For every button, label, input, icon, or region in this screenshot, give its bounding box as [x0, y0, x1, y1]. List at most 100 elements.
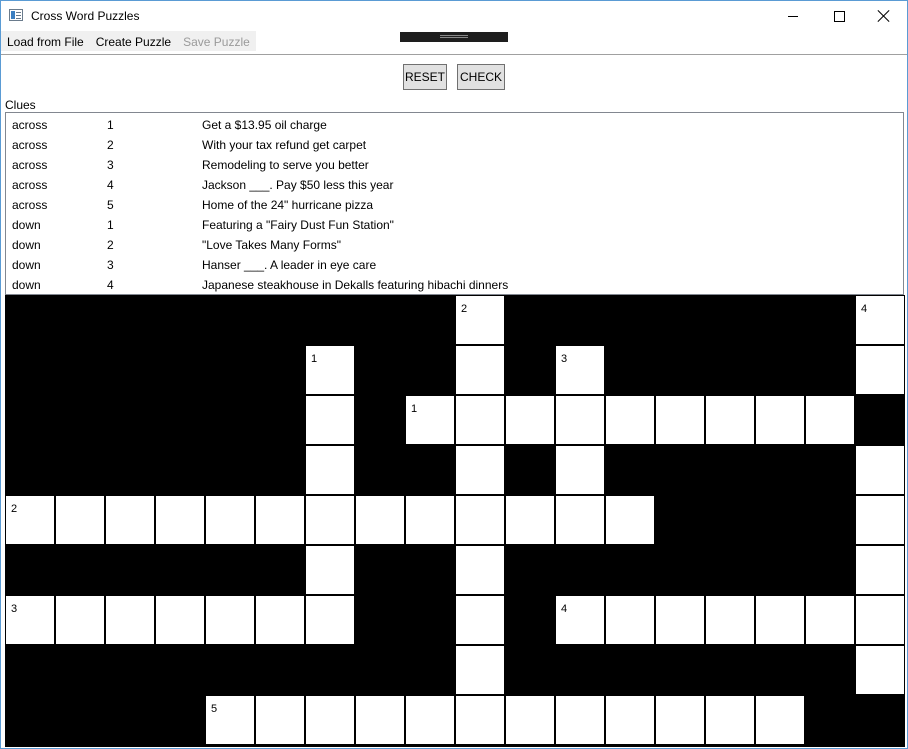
- grid-cell[interactable]: [456, 396, 504, 444]
- clue-number: 2: [107, 138, 114, 152]
- grid-cell[interactable]: [306, 596, 354, 644]
- clues-list[interactable]: across 1 Get a $13.95 oil charge across 2 Wit…: [5, 112, 904, 295]
- grid-cell[interactable]: [306, 696, 354, 744]
- grid-cell[interactable]: [806, 596, 854, 644]
- clue-row[interactable]: across 3 Remodeling to serve you better: [6, 155, 903, 175]
- maximize-button[interactable]: [816, 1, 862, 31]
- grid-cell[interactable]: [606, 696, 654, 744]
- grid-cell[interactable]: [456, 696, 504, 744]
- grid-cell[interactable]: [206, 596, 254, 644]
- grid-cell[interactable]: [706, 396, 754, 444]
- grid-cell[interactable]: [306, 496, 354, 544]
- app-window: Cross Word Puzzles Load from File Create…: [0, 0, 908, 749]
- clue-text: Home of the 24" hurricane pizza: [202, 198, 374, 212]
- grid-cell[interactable]: 5: [206, 696, 254, 744]
- clue-row[interactable]: across 1 Get a $13.95 oil charge: [6, 115, 903, 135]
- grid-cell[interactable]: [406, 496, 454, 544]
- grid-cell[interactable]: 1: [306, 346, 354, 394]
- grid-cell[interactable]: 4: [856, 296, 904, 344]
- grid-cell[interactable]: 3: [556, 346, 604, 394]
- grid-cell[interactable]: [456, 646, 504, 694]
- cell-number: 3: [11, 603, 18, 615]
- grid-cell[interactable]: [856, 646, 904, 694]
- grid-cell[interactable]: [406, 696, 454, 744]
- grid-cell[interactable]: [706, 596, 754, 644]
- clue-row[interactable]: down 4 Japanese steakhouse in Dekalls feat…: [6, 275, 903, 295]
- grid-cell[interactable]: [556, 696, 604, 744]
- clue-row[interactable]: across 2 With your tax refund get carpet: [6, 135, 903, 155]
- grid-cell[interactable]: 2: [6, 496, 54, 544]
- check-button[interactable]: CHECK: [457, 64, 505, 90]
- grid-cell[interactable]: [856, 546, 904, 594]
- cell-number: 4: [861, 303, 868, 315]
- menu-create-puzzle[interactable]: Create Puzzle: [90, 31, 177, 51]
- grid-cell[interactable]: [556, 496, 604, 544]
- clue-text: Get a $13.95 oil charge: [202, 118, 327, 132]
- toolbar-grip-handle[interactable]: [400, 32, 508, 42]
- grid-cell[interactable]: [106, 596, 154, 644]
- minimize-button[interactable]: [770, 1, 816, 31]
- cell-number: 4: [561, 603, 568, 615]
- grid-cell[interactable]: [56, 596, 104, 644]
- grid-cell[interactable]: [56, 496, 104, 544]
- clue-row[interactable]: down 1 Featuring a "Fairy Dust Fun Station…: [6, 215, 903, 235]
- grid-cell[interactable]: [506, 496, 554, 544]
- grid-cell[interactable]: [756, 596, 804, 644]
- grid-cell[interactable]: [356, 496, 404, 544]
- grid-cell[interactable]: [606, 396, 654, 444]
- menu-save-puzzle[interactable]: Save Puzzle: [177, 31, 256, 51]
- cell-number: 2: [461, 303, 468, 315]
- grid-cell[interactable]: [256, 496, 304, 544]
- clue-row[interactable]: across 4 Jackson ___. Pay $50 less this ye…: [6, 175, 903, 195]
- grid-cell[interactable]: [606, 596, 654, 644]
- reset-button[interactable]: RESET: [403, 64, 447, 90]
- grid-cell[interactable]: [106, 496, 154, 544]
- grid-cell[interactable]: [656, 596, 704, 644]
- grid-cell[interactable]: 1: [406, 396, 454, 444]
- grid-cell[interactable]: [656, 696, 704, 744]
- grid-cell[interactable]: [356, 696, 404, 744]
- grid-cell[interactable]: 2: [456, 296, 504, 344]
- grid-cell[interactable]: [456, 346, 504, 394]
- grid-cell[interactable]: [306, 546, 354, 594]
- grid-cell[interactable]: [156, 496, 204, 544]
- grid-cell[interactable]: [706, 696, 754, 744]
- grid-cell[interactable]: [656, 396, 704, 444]
- clue-text: Remodeling to serve you better: [202, 158, 369, 172]
- clue-text: Featuring a "Fairy Dust Fun Station": [202, 218, 394, 232]
- grid-cell[interactable]: [756, 396, 804, 444]
- grid-cell[interactable]: [456, 546, 504, 594]
- grid-cell[interactable]: [456, 596, 504, 644]
- grid-cell[interactable]: 3: [6, 596, 54, 644]
- grid-cell[interactable]: [456, 496, 504, 544]
- clue-row[interactable]: down 3 Hanser ___. A leader in eye care: [6, 255, 903, 275]
- menu-load-from-file[interactable]: Load from File: [1, 31, 90, 51]
- grid-cell[interactable]: [806, 396, 854, 444]
- grid-cell[interactable]: [856, 596, 904, 644]
- grid-cell[interactable]: [306, 446, 354, 494]
- clue-row[interactable]: across 5 Home of the 24" hurricane pizza: [6, 195, 903, 215]
- clue-text: Jackson ___. Pay $50 less this year: [202, 178, 394, 192]
- grid-cell[interactable]: [606, 496, 654, 544]
- clue-direction: down: [12, 238, 41, 252]
- grid-cell[interactable]: [506, 396, 554, 444]
- grid-cell[interactable]: 4: [556, 596, 604, 644]
- grid-cell[interactable]: [156, 596, 204, 644]
- grid-cell[interactable]: [556, 446, 604, 494]
- title-bar[interactable]: Cross Word Puzzles: [1, 1, 907, 31]
- grid-cell[interactable]: [206, 496, 254, 544]
- close-button[interactable]: [861, 1, 907, 31]
- grid-cell[interactable]: [756, 696, 804, 744]
- grid-cell[interactable]: [856, 446, 904, 494]
- grid-cell[interactable]: [506, 696, 554, 744]
- clue-row[interactable]: down 2 "Love Takes Many Forms": [6, 235, 903, 255]
- grid-cell[interactable]: [556, 396, 604, 444]
- clue-number: 4: [107, 278, 114, 292]
- grid-cell[interactable]: [856, 346, 904, 394]
- grid-cell[interactable]: [256, 596, 304, 644]
- grid-cell[interactable]: [856, 496, 904, 544]
- cell-number: 2: [11, 503, 18, 515]
- grid-cell[interactable]: [456, 446, 504, 494]
- grid-cell[interactable]: [256, 696, 304, 744]
- grid-cell[interactable]: [306, 396, 354, 444]
